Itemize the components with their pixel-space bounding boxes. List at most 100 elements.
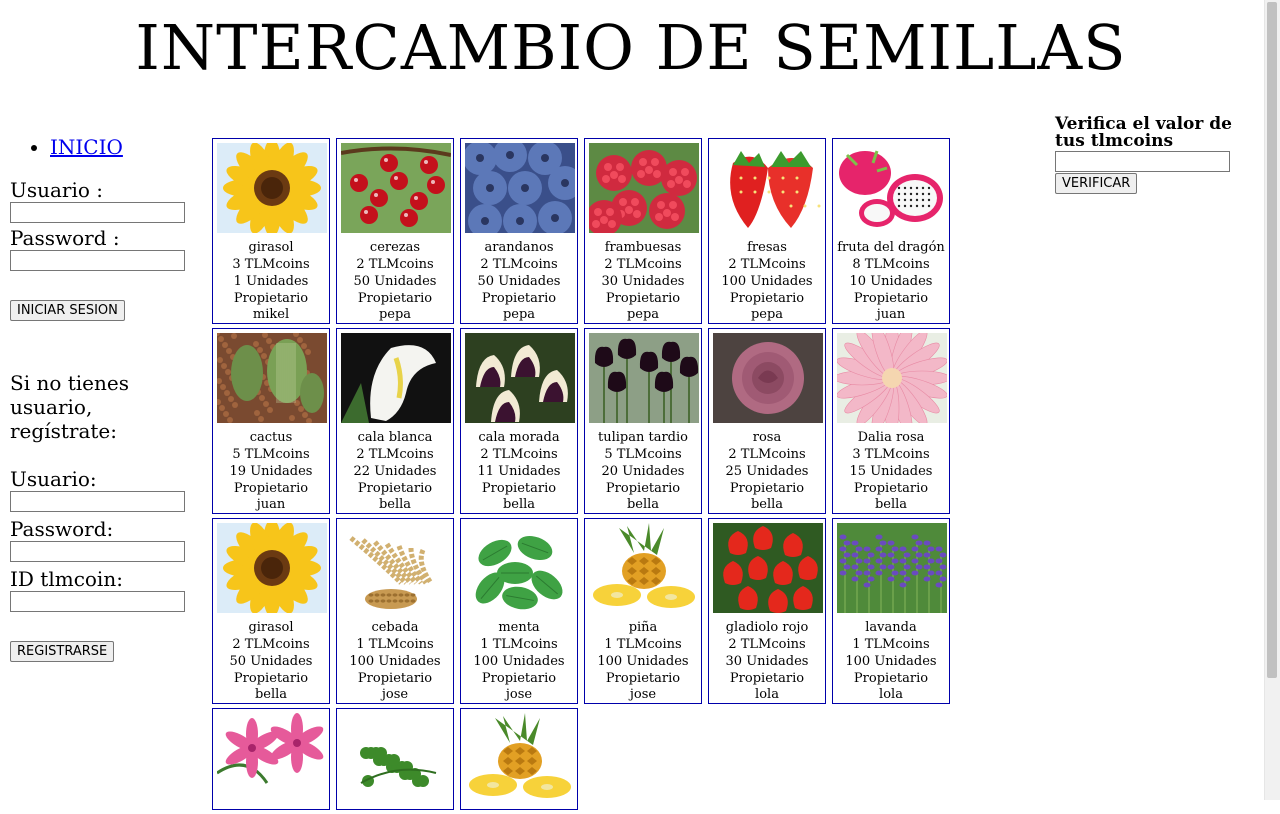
product-units: 10 Unidades (849, 274, 933, 289)
product-price: 3 TLMcoins (232, 257, 310, 272)
product-card[interactable] (460, 708, 578, 810)
product-image-rose[interactable] (713, 333, 823, 423)
product-image-parsley[interactable] (341, 713, 451, 803)
product-card[interactable]: cala morada 2 TLMcoins 11 Unidades Propieta… (460, 328, 578, 514)
product-row: girasol 3 TLMcoins 1 Unidades Propietario mi… (212, 138, 972, 324)
product-card[interactable]: cactus 5 TLMcoins 19 Unidades Propietario ju… (212, 328, 330, 514)
register-tlmcoin-label: ID tlmcoin: (10, 567, 123, 591)
product-name: menta (498, 620, 540, 635)
product-card[interactable]: girasol 3 TLMcoins 1 Unidades Propietario mi… (212, 138, 330, 324)
scrollbar-thumb[interactable] (1267, 2, 1277, 678)
product-owner: juan (256, 497, 286, 512)
product-card[interactable]: fresas 2 TLMcoins 100 Unidades Propietario p… (708, 138, 826, 324)
product-owner-label: Propietario (605, 291, 681, 306)
product-owner-label: Propietario (233, 671, 309, 686)
product-image-dahlia[interactable] (837, 333, 947, 423)
product-owner-label: Propietario (481, 291, 557, 306)
product-name: tulipan tardio (598, 430, 688, 445)
login-user-label: Usuario : (10, 178, 104, 202)
product-card[interactable]: cala blanca 2 TLMcoins 22 Unidades Propieta… (336, 328, 454, 514)
product-name: girasol (248, 620, 294, 635)
product-image-sunflower[interactable] (217, 523, 327, 613)
nav-link-inicio[interactable]: INICIO (50, 135, 123, 159)
product-image-cactus[interactable] (217, 333, 327, 423)
product-image-lavender[interactable] (837, 523, 947, 613)
product-card[interactable]: Dalia rosa 3 TLMcoins 15 Unidades Propietar… (832, 328, 950, 514)
product-price: 5 TLMcoins (232, 447, 310, 462)
product-image-blueberries[interactable] (465, 143, 575, 233)
product-units: 19 Unidades (229, 464, 313, 479)
register-user-input[interactable] (10, 491, 185, 512)
product-card[interactable]: cebada 1 TLMcoins 100 Unidades Propietario j… (336, 518, 454, 704)
product-name: cebada (371, 620, 419, 635)
product-card[interactable] (212, 708, 330, 810)
product-units: 11 Unidades (477, 464, 561, 479)
product-image-raspberries[interactable] (589, 143, 699, 233)
product-card[interactable]: lavanda 1 TLMcoins 100 Unidades Propietario… (832, 518, 950, 704)
register-tlmcoin-input[interactable] (10, 591, 185, 612)
product-price: 2 TLMcoins (480, 257, 558, 272)
product-image-pineapple[interactable] (589, 523, 699, 613)
product-owner: pepa (750, 307, 784, 322)
login-password-label: Password : (10, 226, 120, 250)
product-owner-label: Propietario (481, 671, 557, 686)
register-button[interactable]: REGISTRARSE (10, 641, 115, 662)
register-password-input[interactable] (10, 541, 185, 562)
login-user-input[interactable] (10, 202, 185, 223)
product-image-white-calla[interactable] (341, 333, 451, 423)
login-password-input[interactable] (10, 250, 185, 271)
product-owner-label: Propietario (357, 481, 433, 496)
product-price: 1 TLMcoins (604, 637, 682, 652)
product-image-dark-tulips[interactable] (589, 333, 699, 423)
product-units: 100 Unidades (349, 654, 441, 669)
product-image-strawberries[interactable] (713, 143, 823, 233)
product-owner-label: Propietario (233, 291, 309, 306)
site-title: INTERCAMBIO DE SEMILLAS (135, 11, 1127, 84)
product-card[interactable]: gladiolo rojo 2 TLMcoins 30 Unidades Propie… (708, 518, 826, 704)
product-image-mint[interactable] (465, 523, 575, 613)
page-scrollbar[interactable] (1264, 0, 1280, 800)
verify-input[interactable] (1055, 151, 1230, 172)
product-owner-label: Propietario (853, 671, 929, 686)
product-units: 30 Unidades (725, 654, 809, 669)
product-units: 100 Unidades (845, 654, 937, 669)
product-card[interactable]: girasol 2 TLMcoins 50 Unidades Propietario b… (212, 518, 330, 704)
product-image-purple-calla[interactable] (465, 333, 575, 423)
product-card[interactable]: piña 1 TLMcoins 100 Unidades Propietario jos… (584, 518, 702, 704)
product-units: 50 Unidades (353, 274, 437, 289)
product-price: 1 TLMcoins (852, 637, 930, 652)
product-image-red-gladiolus[interactable] (713, 523, 823, 613)
product-image-dragonfruit[interactable] (837, 143, 947, 233)
verify-button[interactable]: VERIFICAR (1055, 173, 1138, 194)
register-form: Si no tienes usuario, regístrate: Usuari… (10, 371, 200, 662)
product-card[interactable]: frambuesas 2 TLMcoins 30 Unidades Propietar… (584, 138, 702, 324)
product-image-barley[interactable] (341, 523, 451, 613)
product-owner-label: Propietario (481, 481, 557, 496)
product-price: 1 TLMcoins (480, 637, 558, 652)
login-button[interactable]: INICIAR SESION (10, 300, 125, 321)
product-owner-label: Propietario (853, 481, 929, 496)
product-image-sunflower[interactable] (217, 143, 327, 233)
product-card[interactable]: arandanos 2 TLMcoins 50 Unidades Propietari… (460, 138, 578, 324)
product-units: 100 Unidades (597, 654, 689, 669)
product-image-pineapple[interactable] (465, 713, 575, 803)
product-owner-label: Propietario (729, 671, 805, 686)
product-card[interactable]: fruta del dragón 8 TLMcoins 10 Unidades Pro… (832, 138, 950, 324)
product-price: 3 TLMcoins (852, 447, 930, 462)
product-owner: jose (629, 687, 657, 702)
product-image-cherries[interactable] (341, 143, 451, 233)
product-price: 2 TLMcoins (604, 257, 682, 272)
product-card[interactable]: tulipan tardio 5 TLMcoins 20 Unidades Propi… (584, 328, 702, 514)
product-owner: bella (750, 497, 784, 512)
product-name: piña (628, 620, 658, 635)
product-card[interactable]: cerezas 2 TLMcoins 50 Unidades Propietario p… (336, 138, 454, 324)
product-image-pink-lily[interactable] (217, 713, 327, 803)
product-units: 100 Unidades (473, 654, 565, 669)
product-card[interactable]: rosa 2 TLMcoins 25 Unidades Propietario bell… (708, 328, 826, 514)
product-owner: pepa (626, 307, 660, 322)
product-card[interactable] (336, 708, 454, 810)
product-owner: bella (378, 497, 412, 512)
register-user-label: Usuario: (10, 467, 97, 491)
product-card[interactable]: menta 1 TLMcoins 100 Unidades Propietario jo… (460, 518, 578, 704)
product-owner-label: Propietario (729, 481, 805, 496)
